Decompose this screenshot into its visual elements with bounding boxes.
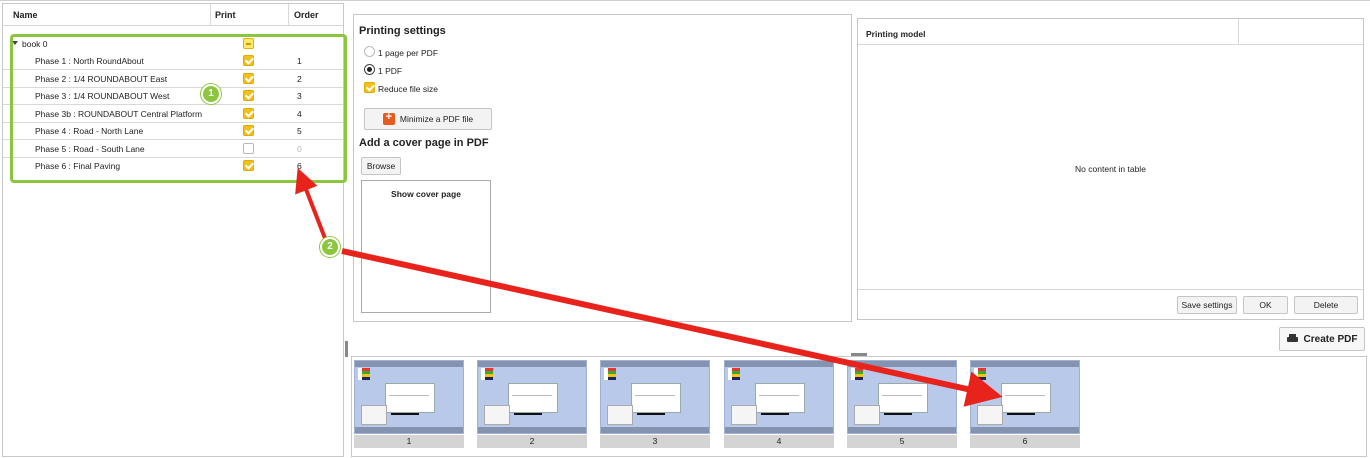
minimize-pdf-button-label: Minimize a PDF file [399, 114, 474, 124]
annotation-badge-1: 1 [201, 84, 221, 104]
thumbnail-number: 6 [970, 435, 1080, 448]
delete-label: Delete [1313, 300, 1339, 310]
thumbnail-number: 1 [354, 435, 464, 448]
create-pdf-button[interactable]: Create PDF [1279, 327, 1365, 351]
page-thumbnail[interactable]: 6 [970, 360, 1080, 448]
browse-button[interactable]: Browse [361, 157, 401, 175]
cover-page-title: Add a cover page in PDF [359, 137, 489, 149]
annotation-highlight-frame [10, 34, 347, 183]
column-divider [1238, 19, 1239, 45]
page-thumbnail[interactable]: 2 [477, 360, 587, 448]
thumbnail-preview [477, 360, 587, 434]
reduce-file-size-checkbox[interactable] [364, 82, 375, 93]
page-thumbnail[interactable]: 5 [847, 360, 957, 448]
show-cover-page-label: Show cover page [391, 189, 461, 199]
footer-divider [858, 289, 1363, 290]
printing-model-panel: Printing model No content in table Save … [857, 18, 1364, 320]
thumbnail-preview [600, 360, 710, 434]
thumbnail-number: 4 [724, 435, 834, 448]
page-thumbnail[interactable]: 4 [724, 360, 834, 448]
radio-page-per-pdf[interactable] [364, 46, 375, 57]
column-divider [288, 4, 289, 26]
column-order[interactable]: Order [294, 10, 319, 20]
thumbnail-preview [847, 360, 957, 434]
cover-page-preview[interactable]: Show cover page [361, 180, 491, 313]
printing-model-title: Printing model [866, 29, 926, 39]
page-thumbnail[interactable]: 1 [354, 360, 464, 448]
thumbnail-number: 2 [477, 435, 587, 448]
ok-label: OK [1259, 300, 1272, 310]
column-name[interactable]: Name [13, 10, 38, 20]
tree-header: Name Print Order [3, 4, 343, 26]
pdf-minimize-icon [382, 111, 395, 125]
browse-button-label: Browse [366, 161, 396, 171]
minimize-pdf-button[interactable]: Minimize a PDF file [364, 108, 492, 130]
delete-button[interactable]: Delete [1294, 296, 1358, 314]
radio-one-pdf[interactable] [364, 64, 375, 75]
thumbnail-number: 3 [600, 435, 710, 448]
app-window: Name Print Order book 0 Phase 1 : North … [0, 0, 1370, 458]
save-settings-button[interactable]: Save settings [1177, 296, 1237, 314]
reduce-file-size-label[interactable]: Reduce file size [378, 84, 438, 94]
annotation-badge-2: 2 [320, 237, 340, 257]
page-thumbnail[interactable]: 3 [600, 360, 710, 448]
save-settings-label: Save settings [1181, 300, 1233, 310]
column-print[interactable]: Print [215, 10, 236, 20]
printer-icon [1286, 334, 1298, 344]
printing-settings-title: Printing settings [359, 25, 446, 37]
radio-one-pdf-label[interactable]: 1 PDF [378, 66, 402, 76]
printing-settings-panel: Printing settings 1 page per PDF 1 PDF R… [353, 14, 852, 322]
create-pdf-label: Create PDF [1303, 333, 1358, 345]
printing-model-header: Printing model [858, 19, 1363, 45]
thumbnail-preview [970, 360, 1080, 434]
page-thumbnails-strip: 1 2 3 4 5 6 [351, 356, 1367, 457]
thumbnail-preview [724, 360, 834, 434]
thumbnail-preview [354, 360, 464, 434]
radio-page-per-pdf-label[interactable]: 1 page per PDF [378, 48, 438, 58]
empty-table-message: No content in table [1075, 164, 1146, 174]
ok-button[interactable]: OK [1243, 296, 1288, 314]
vertical-splitter[interactable] [345, 341, 348, 357]
column-divider [210, 4, 211, 26]
thumbnail-number: 5 [847, 435, 957, 448]
